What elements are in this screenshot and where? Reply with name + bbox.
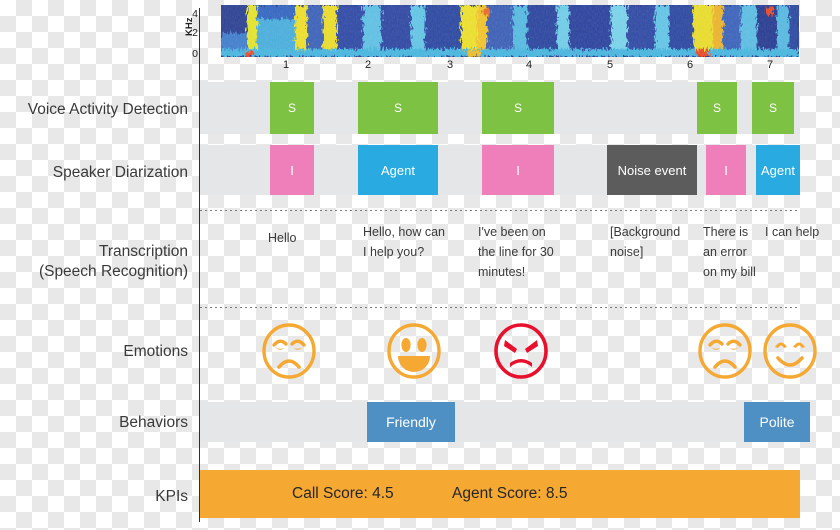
spectrogram-x-tick-7: 7: [766, 59, 774, 71]
row-label-speaker-diarization: Speaker Diarization: [52, 164, 188, 181]
call-analytics-timeline: KHz 4 2 0 1 2 3 4 5 6 7 Voice Activity D…: [0, 0, 840, 530]
transcription-cell: Hello: [268, 231, 297, 245]
row-label-emotions: Emotions: [123, 343, 188, 360]
diarization-track: I Agent I Noise event I Agent: [200, 145, 800, 195]
separator-transcription-bottom: [200, 307, 800, 308]
emotion-angry-face-icon[interactable]: [492, 322, 550, 385]
vad-track: S S S S S: [200, 82, 800, 134]
transcription-cell: Hello, how can I help you?: [363, 225, 445, 259]
vad-segment[interactable]: S: [697, 82, 737, 134]
emotion-happy-face-icon[interactable]: [385, 322, 443, 385]
diarization-segment-noise[interactable]: Noise event: [607, 145, 697, 195]
behavior-tag-friendly[interactable]: Friendly: [367, 402, 455, 442]
spectrogram-y-tick-0: 0: [192, 48, 198, 60]
transcription-cell: I've been on the line for 30 minutes!: [478, 225, 554, 279]
transcription-cell: [Background noise]: [610, 225, 681, 259]
vad-segment[interactable]: S: [358, 82, 438, 134]
row-label-transcription-line1: Transcription: [98, 243, 188, 260]
spectrogram-image: [221, 5, 799, 57]
row-label-voice-activity-detection: Voice Activity Detection: [27, 101, 188, 118]
behavior-tag-polite[interactable]: Polite: [744, 402, 810, 442]
spectrogram-x-tick-3: 3: [446, 59, 454, 71]
spectrogram-y-tick-4: 4: [192, 8, 198, 20]
kpi-call-score: Call Score: 4.5: [292, 485, 394, 502]
spectrogram-panel: 1 2 3 4 5 6 7: [200, 0, 800, 72]
diarization-segment-agent[interactable]: Agent: [756, 145, 800, 195]
transcription-cell: I can help: [765, 225, 820, 239]
emotion-worried-face-icon[interactable]: [696, 322, 754, 385]
emotion-worried-face-icon[interactable]: [260, 322, 318, 385]
spectrogram-y-tick-2: 2: [192, 27, 198, 39]
kpi-bar: Call Score: 4.5 Agent Score: 8.5: [200, 470, 800, 518]
row-label-transcription-line2: (Speech Recognition): [38, 263, 188, 280]
spectrogram-x-tick-2: 2: [364, 59, 372, 71]
diarization-segment-customer[interactable]: I: [270, 145, 314, 195]
spectrogram-x-tick-4: 4: [525, 59, 533, 71]
diarization-segment-customer[interactable]: I: [482, 145, 554, 195]
kpi-agent-score: Agent Score: 8.5: [452, 485, 568, 502]
spectrogram-canvas: [221, 5, 799, 57]
vad-segment[interactable]: S: [752, 82, 794, 134]
row-label-behaviors: Behaviors: [119, 414, 188, 431]
vad-segment[interactable]: S: [482, 82, 554, 134]
emotion-happy-face-icon[interactable]: [761, 322, 819, 385]
spectrogram-x-tick-1: 1: [282, 59, 290, 71]
separator-transcription-top: [200, 210, 800, 211]
transcription-cell: There is an error on my bill: [703, 225, 756, 279]
row-label-kpis: KPIs: [155, 488, 188, 505]
diarization-segment-customer[interactable]: I: [706, 145, 746, 195]
spectrogram-x-tick-6: 6: [686, 59, 694, 71]
diarization-segment-agent[interactable]: Agent: [358, 145, 438, 195]
spectrogram-x-tick-5: 5: [606, 59, 614, 71]
vad-segment[interactable]: S: [270, 82, 314, 134]
behaviors-track: Friendly Polite: [200, 402, 810, 442]
